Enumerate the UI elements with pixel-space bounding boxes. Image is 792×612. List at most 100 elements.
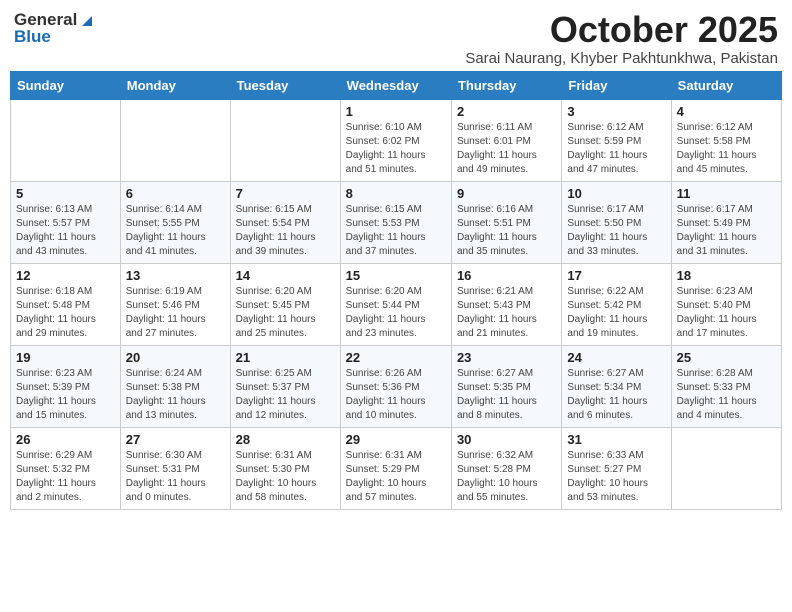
calendar-week-4: 19 Sunrise: 6:23 AMSunset: 5:39 PMDayligh…	[11, 345, 782, 427]
calendar-cell	[230, 99, 340, 181]
calendar-cell: 16 Sunrise: 6:21 AMSunset: 5:43 PMDayligh…	[451, 263, 561, 345]
day-info: Sunrise: 6:17 AMSunset: 5:49 PMDaylight:…	[677, 203, 776, 259]
day-info: Sunrise: 6:15 AMSunset: 5:53 PMDaylight:…	[346, 203, 446, 259]
calendar-cell: 20 Sunrise: 6:24 AMSunset: 5:38 PMDayligh…	[120, 345, 230, 427]
day-info: Sunrise: 6:22 AMSunset: 5:42 PMDaylight:…	[567, 285, 665, 341]
weekday-header-saturday: Saturday	[671, 71, 781, 99]
day-info: Sunrise: 6:28 AMSunset: 5:33 PMDaylight:…	[677, 367, 776, 423]
day-info: Sunrise: 6:30 AMSunset: 5:31 PMDaylight:…	[126, 449, 225, 505]
day-info: Sunrise: 6:27 AMSunset: 5:34 PMDaylight:…	[567, 367, 665, 423]
day-number: 16	[457, 268, 556, 283]
calendar-cell: 21Sunrise: 6:25 AMSunset: 5:37 PMDayligh…	[230, 345, 340, 427]
day-number: 1	[346, 104, 446, 119]
day-info: Sunrise: 6:14 AMSunset: 5:55 PMDaylight:…	[126, 203, 225, 259]
day-number: 29	[346, 432, 446, 447]
page-header: General Blue October 2025 Sarai Naurang,…	[10, 10, 782, 67]
day-number: 26	[16, 432, 115, 447]
day-info: Sunrise: 6:23 AMSunset: 5:39 PMDaylight:…	[16, 367, 115, 423]
logo-blue: Blue	[14, 27, 96, 47]
calendar-cell: 5 Sunrise: 6:13 AMSunset: 5:57 PMDaylight…	[11, 181, 121, 263]
day-info: Sunrise: 6:12 AMSunset: 5:58 PMDaylight:…	[677, 121, 776, 177]
day-number: 4	[677, 104, 776, 119]
day-info: Sunrise: 6:25 AMSunset: 5:37 PMDaylight:…	[236, 367, 335, 423]
calendar-cell: 8 Sunrise: 6:15 AMSunset: 5:53 PMDaylight…	[340, 181, 451, 263]
calendar-cell: 3Sunrise: 6:12 AMSunset: 5:59 PMDaylight…	[562, 99, 671, 181]
day-info: Sunrise: 6:27 AMSunset: 5:35 PMDaylight:…	[457, 367, 556, 423]
day-number: 5	[16, 186, 115, 201]
day-number: 19	[16, 350, 115, 365]
calendar-cell: 30 Sunrise: 6:32 AMSunset: 5:28 PMDayligh…	[451, 427, 561, 509]
location-subtitle: Sarai Naurang, Khyber Pakhtunkhwa, Pakis…	[465, 50, 778, 67]
day-number: 8	[346, 186, 446, 201]
day-number: 18	[677, 268, 776, 283]
day-number: 2	[457, 104, 556, 119]
weekday-header-friday: Friday	[562, 71, 671, 99]
calendar-cell: 7 Sunrise: 6:15 AMSunset: 5:54 PMDaylight…	[230, 181, 340, 263]
calendar-cell: 18 Sunrise: 6:23 AMSunset: 5:40 PMDayligh…	[671, 263, 781, 345]
calendar-cell: 27 Sunrise: 6:30 AMSunset: 5:31 PMDayligh…	[120, 427, 230, 509]
day-info: Sunrise: 6:21 AMSunset: 5:43 PMDaylight:…	[457, 285, 556, 341]
day-number: 27	[126, 432, 225, 447]
day-info: Sunrise: 6:12 AMSunset: 5:59 PMDaylight:…	[567, 121, 665, 177]
calendar-cell: 28Sunrise: 6:31 AMSunset: 5:30 PMDayligh…	[230, 427, 340, 509]
day-info: Sunrise: 6:23 AMSunset: 5:40 PMDaylight:…	[677, 285, 776, 341]
calendar-week-3: 12 Sunrise: 6:18 AMSunset: 5:48 PMDayligh…	[11, 263, 782, 345]
day-number: 20	[126, 350, 225, 365]
calendar-week-1: 1 Sunrise: 6:10 AMSunset: 6:02 PMDaylight…	[11, 99, 782, 181]
calendar-cell: 23 Sunrise: 6:27 AMSunset: 5:35 PMDayligh…	[451, 345, 561, 427]
month-title: October 2025	[465, 10, 778, 50]
calendar-cell: 1 Sunrise: 6:10 AMSunset: 6:02 PMDaylight…	[340, 99, 451, 181]
day-info: Sunrise: 6:19 AMSunset: 5:46 PMDaylight:…	[126, 285, 225, 341]
day-number: 13	[126, 268, 225, 283]
day-info: Sunrise: 6:33 AMSunset: 5:27 PMDaylight:…	[567, 449, 665, 505]
title-block: October 2025 Sarai Naurang, Khyber Pakht…	[465, 10, 778, 67]
day-number: 23	[457, 350, 556, 365]
day-info: Sunrise: 6:32 AMSunset: 5:28 PMDaylight:…	[457, 449, 556, 505]
weekday-header-wednesday: Wednesday	[340, 71, 451, 99]
weekday-header-monday: Monday	[120, 71, 230, 99]
calendar-cell: 10Sunrise: 6:17 AMSunset: 5:50 PMDayligh…	[562, 181, 671, 263]
weekday-header-sunday: Sunday	[11, 71, 121, 99]
weekday-header-thursday: Thursday	[451, 71, 561, 99]
day-number: 22	[346, 350, 446, 365]
day-number: 12	[16, 268, 115, 283]
weekday-header-tuesday: Tuesday	[230, 71, 340, 99]
calendar-cell: 25Sunrise: 6:28 AMSunset: 5:33 PMDayligh…	[671, 345, 781, 427]
day-number: 17	[567, 268, 665, 283]
day-info: Sunrise: 6:13 AMSunset: 5:57 PMDaylight:…	[16, 203, 115, 259]
logo: General Blue	[14, 10, 96, 47]
calendar-cell: 11 Sunrise: 6:17 AMSunset: 5:49 PMDayligh…	[671, 181, 781, 263]
day-number: 11	[677, 186, 776, 201]
calendar-cell: 14Sunrise: 6:20 AMSunset: 5:45 PMDayligh…	[230, 263, 340, 345]
day-info: Sunrise: 6:16 AMSunset: 5:51 PMDaylight:…	[457, 203, 556, 259]
calendar-cell	[120, 99, 230, 181]
day-info: Sunrise: 6:26 AMSunset: 5:36 PMDaylight:…	[346, 367, 446, 423]
calendar-cell: 4 Sunrise: 6:12 AMSunset: 5:58 PMDaylight…	[671, 99, 781, 181]
day-number: 24	[567, 350, 665, 365]
day-info: Sunrise: 6:24 AMSunset: 5:38 PMDaylight:…	[126, 367, 225, 423]
calendar-cell	[11, 99, 121, 181]
day-info: Sunrise: 6:29 AMSunset: 5:32 PMDaylight:…	[16, 449, 115, 505]
day-number: 30	[457, 432, 556, 447]
day-info: Sunrise: 6:10 AMSunset: 6:02 PMDaylight:…	[346, 121, 446, 177]
calendar-cell: 26 Sunrise: 6:29 AMSunset: 5:32 PMDayligh…	[11, 427, 121, 509]
day-info: Sunrise: 6:20 AMSunset: 5:44 PMDaylight:…	[346, 285, 446, 341]
day-number: 7	[236, 186, 335, 201]
calendar-week-5: 26 Sunrise: 6:29 AMSunset: 5:32 PMDayligh…	[11, 427, 782, 509]
day-info: Sunrise: 6:15 AMSunset: 5:54 PMDaylight:…	[236, 203, 335, 259]
day-number: 15	[346, 268, 446, 283]
calendar-cell: 22 Sunrise: 6:26 AMSunset: 5:36 PMDayligh…	[340, 345, 451, 427]
day-number: 31	[567, 432, 665, 447]
day-info: Sunrise: 6:17 AMSunset: 5:50 PMDaylight:…	[567, 203, 665, 259]
calendar-week-2: 5 Sunrise: 6:13 AMSunset: 5:57 PMDaylight…	[11, 181, 782, 263]
day-number: 28	[236, 432, 335, 447]
calendar-cell: 24 Sunrise: 6:27 AMSunset: 5:34 PMDayligh…	[562, 345, 671, 427]
calendar-cell: 29 Sunrise: 6:31 AMSunset: 5:29 PMDayligh…	[340, 427, 451, 509]
calendar-cell: 31 Sunrise: 6:33 AMSunset: 5:27 PMDayligh…	[562, 427, 671, 509]
day-number: 9	[457, 186, 556, 201]
day-info: Sunrise: 6:20 AMSunset: 5:45 PMDaylight:…	[236, 285, 335, 341]
calendar-cell: 9 Sunrise: 6:16 AMSunset: 5:51 PMDaylight…	[451, 181, 561, 263]
day-info: Sunrise: 6:31 AMSunset: 5:29 PMDaylight:…	[346, 449, 446, 505]
day-info: Sunrise: 6:18 AMSunset: 5:48 PMDaylight:…	[16, 285, 115, 341]
calendar-table: SundayMondayTuesdayWednesdayThursdayFrid…	[10, 71, 782, 510]
